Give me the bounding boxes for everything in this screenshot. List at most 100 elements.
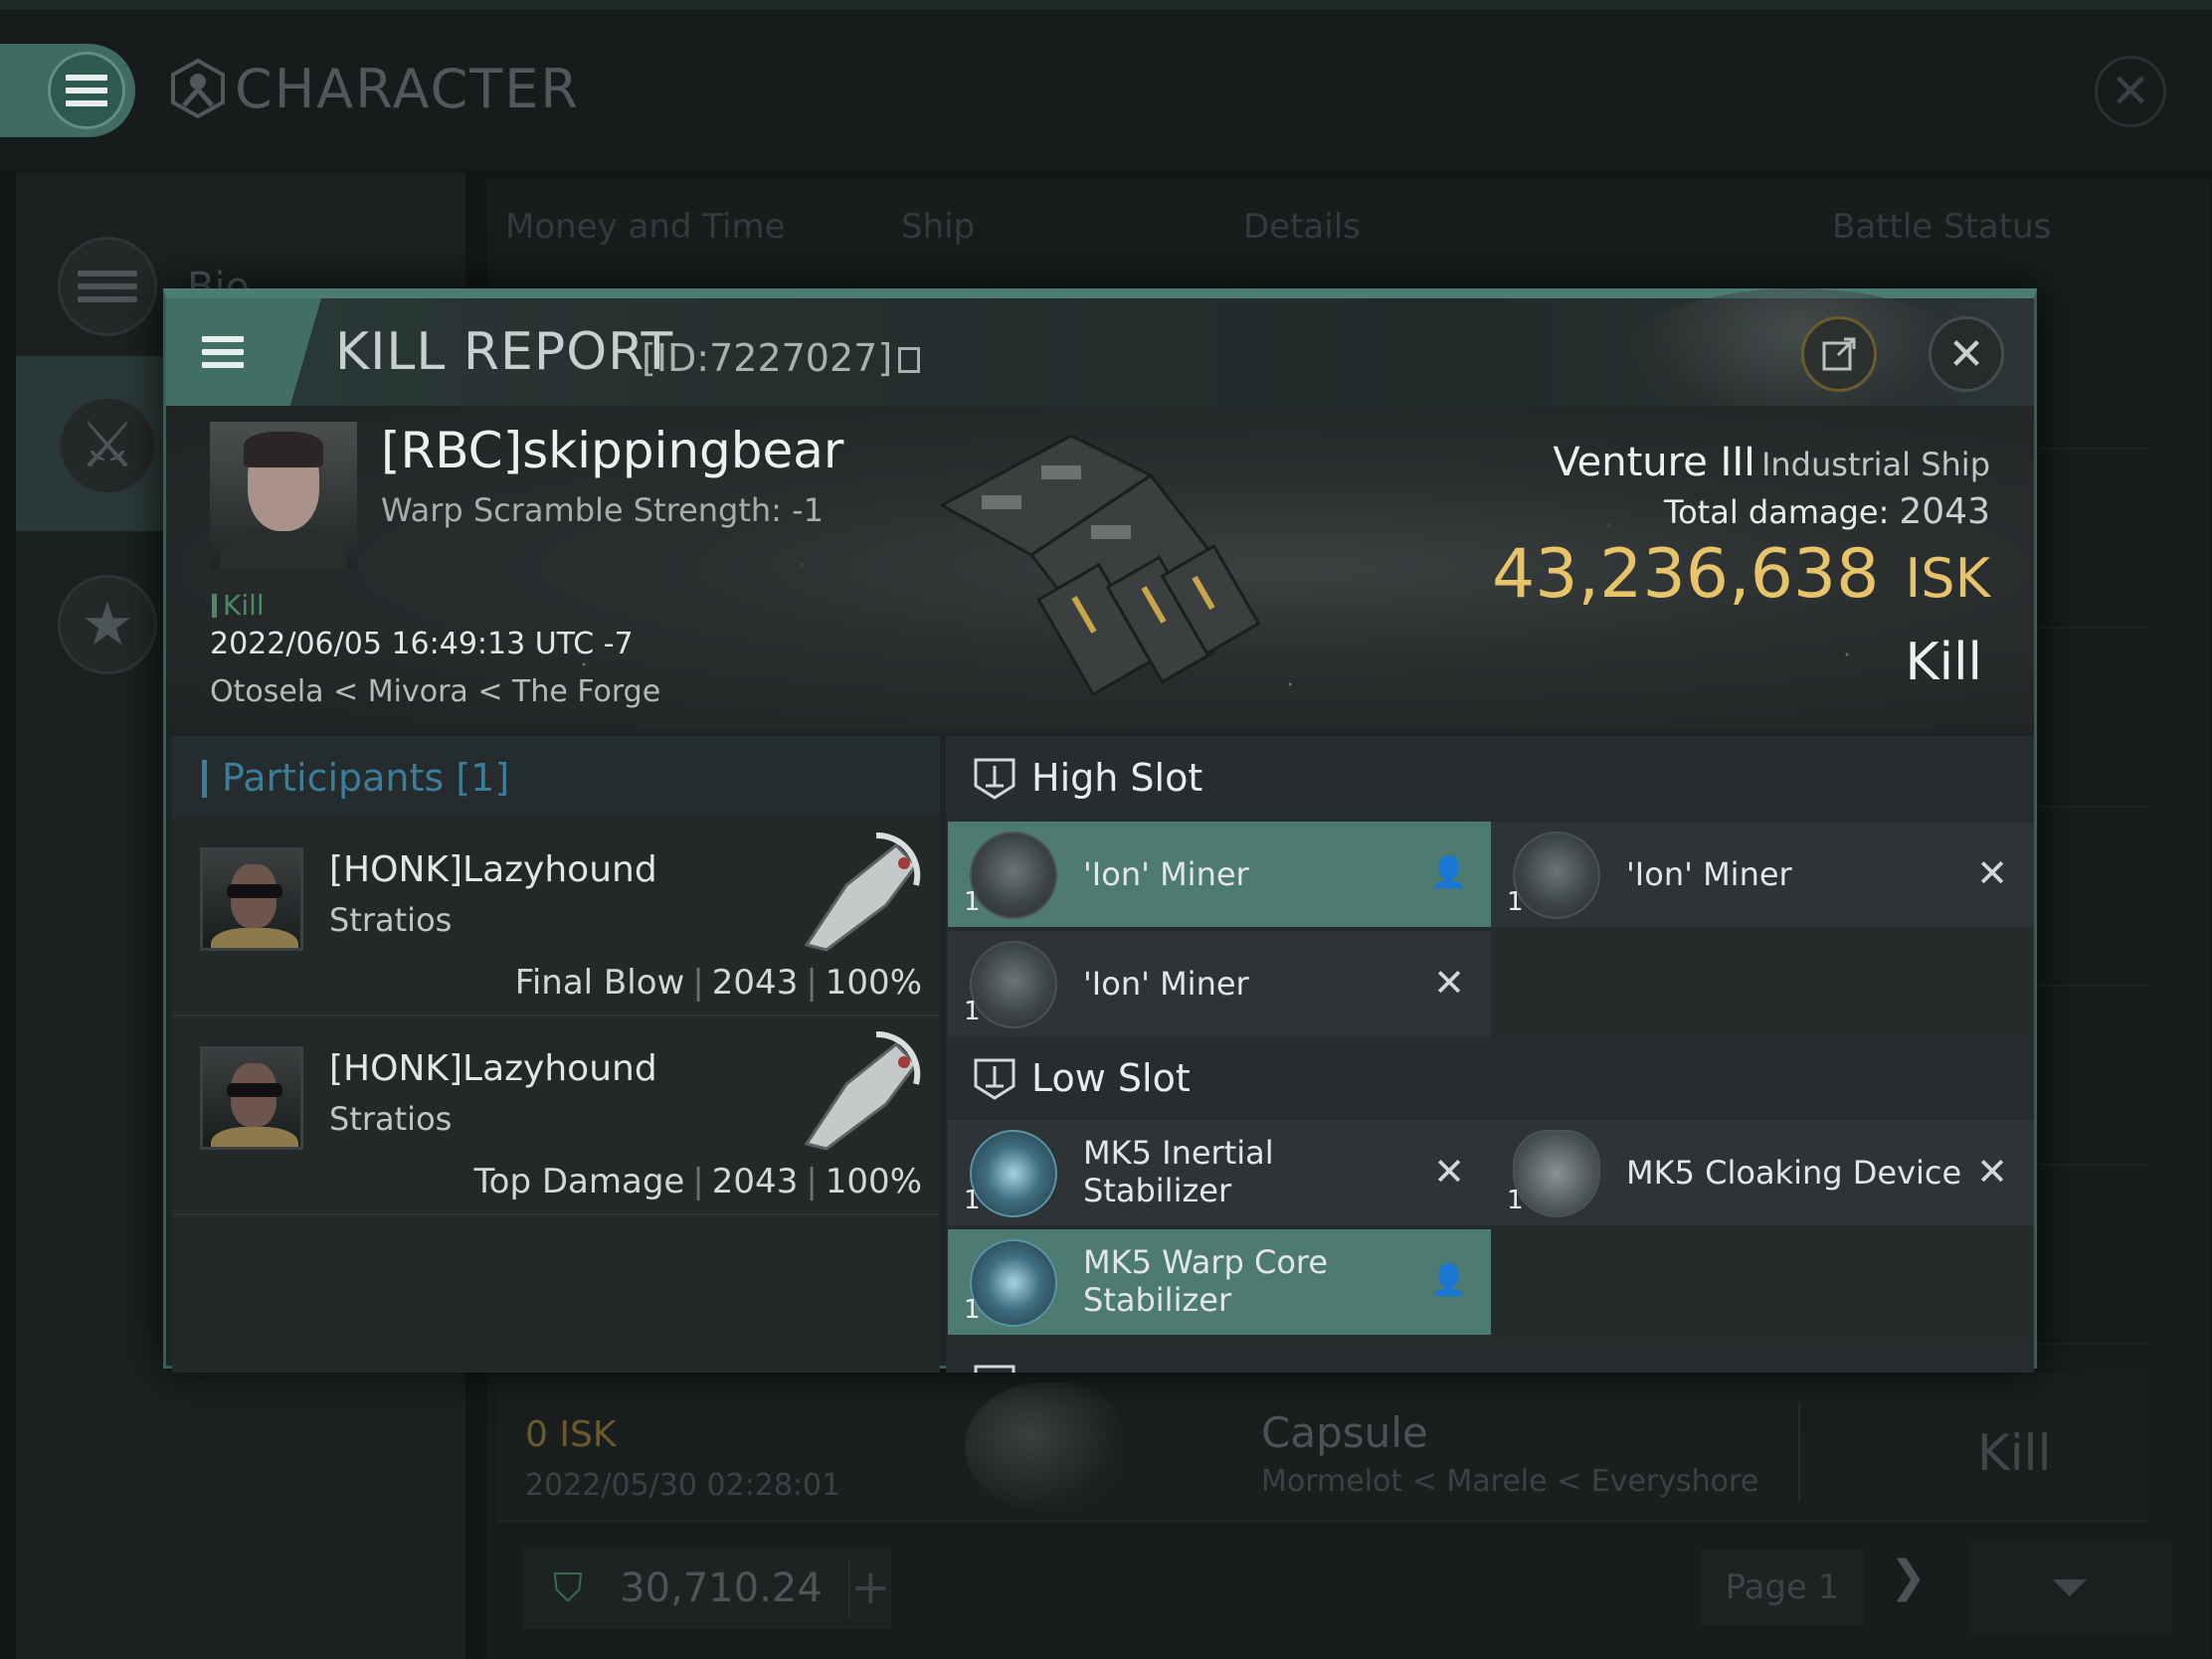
- total-damage-value: 2043: [1899, 491, 1990, 532]
- module-name-line: Stabilizer: [1083, 1172, 1232, 1209]
- module-item[interactable]: 1 MK5 Inertial Stabilizer ✕: [948, 1120, 1491, 1225]
- victim-portrait[interactable]: [210, 422, 357, 569]
- participant-row[interactable]: [HONK]Lazyhound Stratios Final Blow | 2043…: [172, 820, 940, 1016]
- participant-percent: 100%: [825, 1162, 922, 1201]
- participant-row[interactable]: [HONK]Lazyhound Stratios Top Damage | 2043…: [172, 1018, 940, 1215]
- dialog-close-button[interactable]: ✕: [1929, 316, 2004, 392]
- participant-ship: Stratios: [329, 901, 453, 939]
- copy-icon[interactable]: [898, 347, 921, 373]
- ship-name: Capsule: [1261, 1408, 1428, 1457]
- participant-stats: Final Blow | 2043 | 100%: [514, 963, 922, 1003]
- module-item[interactable]: 1 MK5 Cloaking Device ✕: [1491, 1120, 2034, 1225]
- ion-miner-icon: [970, 941, 1057, 1028]
- close-icon: ✕: [2110, 64, 2151, 119]
- close-icon: ✕: [1947, 328, 1985, 380]
- module-name: 'Ion' Miner: [1083, 855, 1249, 893]
- module-quantity: 1: [964, 1295, 981, 1325]
- module-name-line: Stabilizer: [1083, 1281, 1232, 1319]
- participant-damage: 2043: [711, 1162, 799, 1201]
- dialog-menu-button[interactable]: [166, 298, 321, 406]
- module-quantity: 1: [964, 1186, 981, 1215]
- destroyed-x-icon: ✕: [1433, 1150, 1465, 1194]
- participants-label: Participants: [222, 756, 445, 800]
- mid-slot-icon: [974, 1365, 1015, 1373]
- add-funds-button[interactable]: +: [847, 1559, 891, 1618]
- stratios-ship-image: [804, 1030, 921, 1151]
- inertial-stabilizer-icon: [970, 1130, 1057, 1217]
- module-name: MK5 Cloaking Device: [1626, 1154, 1962, 1192]
- module-name-line: MK5 Inertial: [1083, 1134, 1274, 1172]
- top-bar: [0, 0, 2212, 10]
- window-title: CHARACTER: [235, 58, 580, 120]
- result-label: Kill: [1905, 633, 1982, 692]
- tab-bar: Money and Time Ship Details Battle Statu…: [487, 179, 2158, 269]
- victim-summary: [RBC]skippingbear Warp Scramble Strength…: [166, 406, 2034, 730]
- kill-date: 2022/06/05 16:49:13 UTC -7: [210, 627, 634, 661]
- filter-button[interactable]: ⏷: [1967, 1538, 2172, 1637]
- module-name: MK5 Inertial Stabilizer: [1083, 1134, 1274, 1209]
- next-page-button[interactable]: ❯: [1890, 1552, 1927, 1602]
- page-selector[interactable]: Page 1: [1701, 1550, 1864, 1625]
- participant-name[interactable]: [HONK]Lazyhound: [329, 849, 657, 890]
- tab-ship[interactable]: Ship: [901, 207, 975, 247]
- ship-class: Industrial Ship: [1760, 446, 1990, 483]
- warp-scramble-strength: Warp Scramble Strength: -1: [381, 491, 825, 529]
- tab-details[interactable]: Details: [1243, 207, 1361, 247]
- module-quantity: 1: [1507, 887, 1524, 917]
- module-item[interactable]: 1 MK5 Warp Core Stabilizer 👤: [948, 1229, 1491, 1335]
- high-slot-icon: [974, 758, 1015, 800]
- destroyed-x-icon: ✕: [1433, 961, 1465, 1005]
- venture-ship-image: [938, 434, 1261, 697]
- victim-ship[interactable]: Venture III Industrial Ship: [1553, 440, 1990, 485]
- warp-core-stabilizer-icon: [970, 1239, 1057, 1327]
- cloaking-device-icon: [1513, 1130, 1600, 1217]
- tab-money-and-time[interactable]: Money and Time: [505, 207, 786, 247]
- star-badge-icon: ★: [58, 575, 157, 674]
- result-label: Kill: [1977, 1424, 2052, 1482]
- module-quantity: 1: [964, 997, 981, 1026]
- participants-title: Participants [1]: [222, 756, 509, 800]
- wallet-icon: ⛉: [553, 1566, 583, 1611]
- participant-portrait[interactable]: [200, 847, 303, 951]
- header-accent: [202, 760, 207, 798]
- hamburger-icon: [202, 336, 244, 368]
- fitting-panel: High Slot 1 'Ion' Miner 👤 1 'Ion' Miner …: [946, 736, 2034, 1373]
- filter-icon: ⏷: [2050, 1560, 2090, 1615]
- module-name-line: MK5 Warp Core: [1083, 1243, 1329, 1281]
- module-item[interactable]: 1 'Ion' Miner ✕: [1491, 822, 2034, 927]
- module-item[interactable]: 1 'Ion' Miner ✕: [948, 931, 1491, 1036]
- ion-miner-icon: [1513, 831, 1600, 919]
- module-quantity: 1: [1507, 1186, 1524, 1215]
- dialog-header: KILL REPORT [ID:7227027] ✕: [166, 288, 2034, 438]
- tab-battle-status[interactable]: Battle Status: [1832, 207, 2051, 247]
- main-menu-button[interactable]: [0, 44, 135, 137]
- participant-percent: 100%: [825, 963, 922, 1003]
- isk-value: 43,236,638 ISK: [1492, 535, 1990, 614]
- bottom-bar: ⛉ 30,710.24 + Page 1 ❯ ⏷: [497, 1538, 2172, 1647]
- participant-ship: Stratios: [329, 1100, 453, 1138]
- mid-slot-header-partial: [946, 1343, 2034, 1373]
- participants-count: [1]: [456, 756, 510, 800]
- kill-id-text: [ID:7227027]: [642, 336, 893, 380]
- list-item[interactable]: 0 ISK 2022/05/30 02:28:01 Capsule Mormel…: [497, 1373, 2148, 1522]
- module-name: 'Ion' Miner: [1626, 855, 1792, 893]
- participants-header: Participants [1]: [172, 736, 940, 818]
- low-slot-header: Low Slot: [946, 1036, 2034, 1118]
- window-close-button[interactable]: ✕: [2095, 56, 2166, 127]
- share-button[interactable]: [1801, 316, 1877, 392]
- victim-name[interactable]: [RBC]skippingbear: [381, 422, 843, 479]
- high-slot-header: High Slot: [946, 736, 2034, 818]
- module-item[interactable]: 1 'Ion' Miner 👤: [948, 822, 1491, 927]
- stratios-ship-image: [804, 831, 921, 952]
- participant-stats: Top Damage | 2043 | 100%: [473, 1162, 922, 1201]
- dropped-person-icon: 👤: [1430, 855, 1468, 890]
- hamburger-icon: [58, 237, 157, 336]
- capsule-image: [965, 1382, 1124, 1512]
- participant-portrait[interactable]: [200, 1046, 303, 1150]
- dropped-person-icon: 👤: [1430, 1263, 1468, 1298]
- kill-report-dialog: KILL REPORT [ID:7227027] ✕ [RBC]skipping…: [163, 288, 2037, 1373]
- kill-id[interactable]: [ID:7227027]: [642, 336, 921, 380]
- destroyed-x-icon: ✕: [1976, 1150, 2008, 1194]
- participant-name[interactable]: [HONK]Lazyhound: [329, 1048, 657, 1089]
- kill-location[interactable]: Otosela < Mivora < The Forge: [210, 674, 660, 709]
